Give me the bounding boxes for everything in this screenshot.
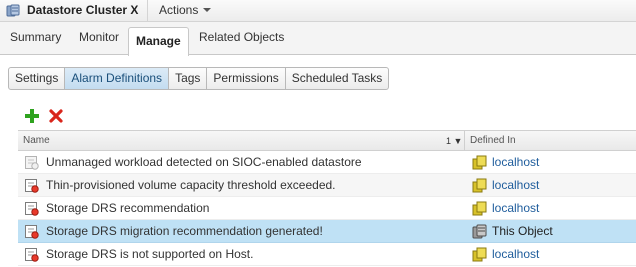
column-header-defined-in[interactable]: Defined In xyxy=(470,135,516,146)
datastore-cluster-icon xyxy=(6,4,20,17)
subtab-permissions[interactable]: Permissions xyxy=(207,68,286,89)
defined-in-link[interactable]: localhost xyxy=(492,178,539,192)
defined-in-link[interactable]: localhost xyxy=(492,201,539,215)
title-divider xyxy=(147,0,148,22)
alarm-definitions-table: Name 1 ▼ Defined In Unmanaged workload d… xyxy=(18,130,636,266)
title-bar: Datastore Cluster X Actions xyxy=(0,0,636,22)
actions-menu[interactable]: Actions xyxy=(159,3,212,17)
column-header-name[interactable]: Name xyxy=(23,135,50,146)
add-alarm-button[interactable] xyxy=(24,108,40,124)
tab-manage[interactable]: Manage xyxy=(128,27,189,56)
column-divider[interactable] xyxy=(464,131,465,151)
table-row[interactable]: Thin-provisioned volume capacity thresho… xyxy=(18,174,636,197)
table-row[interactable]: Storage DRS is not supported on Host. lo… xyxy=(18,243,636,266)
host-icon xyxy=(472,247,487,262)
subtab-scheduled-tasks[interactable]: Scheduled Tasks xyxy=(286,68,389,89)
x-icon xyxy=(49,109,63,123)
alarm-definition-icon xyxy=(25,248,39,262)
table-row-selected[interactable]: Storage DRS migration recommendation gen… xyxy=(18,220,636,243)
alarm-name: Unmanaged workload detected on SIOC-enab… xyxy=(46,155,362,169)
datastore-cluster-icon xyxy=(472,224,487,239)
tab-monitor[interactable]: Monitor xyxy=(79,30,119,44)
alarm-name: Storage DRS recommendation xyxy=(46,201,210,215)
alarm-name: Storage DRS migration recommendation gen… xyxy=(46,224,323,238)
alarm-name: Storage DRS is not supported on Host. xyxy=(46,247,254,261)
sort-indicator[interactable]: 1 ▼ xyxy=(446,136,462,146)
tab-related-objects[interactable]: Related Objects xyxy=(199,30,284,44)
actions-label: Actions xyxy=(159,3,199,17)
defined-in-link[interactable]: localhost xyxy=(492,155,539,169)
host-icon xyxy=(472,155,487,170)
table-row[interactable]: Storage DRS recommendation localhost xyxy=(18,197,636,220)
alarm-name: Thin-provisioned volume capacity thresho… xyxy=(46,178,336,192)
alarm-definition-icon xyxy=(25,179,39,193)
alarm-definition-icon xyxy=(25,202,39,216)
tab-summary[interactable]: Summary xyxy=(10,30,61,44)
page-title: Datastore Cluster X xyxy=(27,3,139,17)
defined-in-link[interactable]: localhost xyxy=(492,247,539,261)
subtab-tags[interactable]: Tags xyxy=(169,68,208,89)
table-header: Name 1 ▼ Defined In xyxy=(18,130,636,151)
chevron-down-icon xyxy=(203,7,212,12)
alarm-definition-disabled-icon xyxy=(25,156,39,170)
alarm-definition-icon xyxy=(25,225,39,239)
defined-in-text: This Object xyxy=(492,224,553,238)
subtab-alarm-definitions[interactable]: Alarm Definitions xyxy=(65,68,170,89)
host-icon xyxy=(472,178,487,193)
subtab-settings[interactable]: Settings xyxy=(9,68,66,89)
delete-alarm-button[interactable] xyxy=(48,108,64,124)
host-icon xyxy=(472,201,487,216)
table-row[interactable]: Unmanaged workload detected on SIOC-enab… xyxy=(18,151,636,174)
plus-icon xyxy=(25,109,39,123)
main-tab-bar: Summary Monitor Manage Related Objects xyxy=(0,22,636,56)
sub-tab-bar: Settings Alarm Definitions Tags Permissi… xyxy=(8,67,390,90)
